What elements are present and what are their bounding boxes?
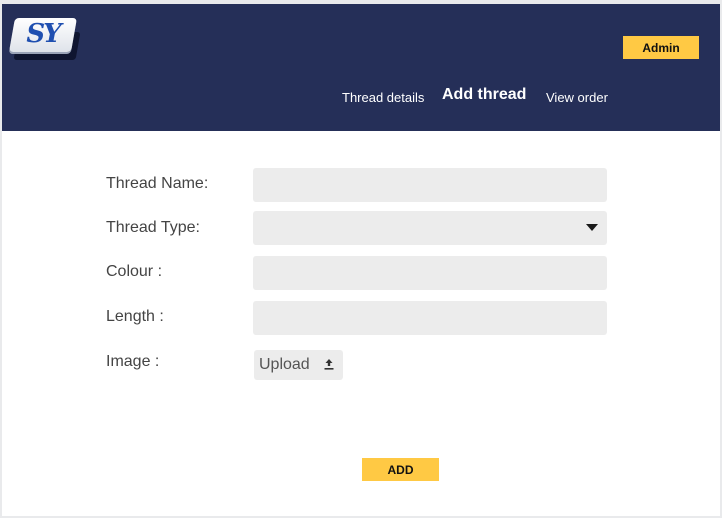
nav-view-order[interactable]: View order [546,90,608,105]
colour-input[interactable] [253,256,607,290]
thread-name-row: Thread Name: [2,167,720,203]
brand-logo[interactable]: SY [9,14,81,60]
colour-row: Colour : [2,256,720,292]
thread-name-input[interactable] [253,168,607,202]
thread-type-row: Thread Type: [2,211,720,247]
length-input[interactable] [253,301,607,335]
nav-add-thread[interactable]: Add thread [442,86,526,104]
admin-button[interactable]: Admin [623,36,699,59]
chevron-down-icon[interactable] [586,224,598,231]
main-nav: Thread details Add thread View order [2,86,720,110]
add-button[interactable]: ADD [362,458,439,481]
header-bar: SY Admin Thread details Add thread View … [2,4,720,131]
length-label: Length : [106,308,164,325]
thread-name-label: Thread Name: [106,175,209,192]
nav-thread-details[interactable]: Thread details [342,90,424,105]
logo-text: SY [26,19,61,49]
upload-icon [324,359,334,370]
thread-type-label: Thread Type: [106,219,200,236]
thread-type-select[interactable] [253,211,607,245]
image-label: Image : [106,353,160,370]
length-row: Length : [2,301,720,337]
upload-label: Upload [259,356,310,373]
upload-button[interactable]: Upload [254,350,343,380]
colour-label: Colour : [106,263,163,280]
page-frame: SY Admin Thread details Add thread View … [2,4,720,516]
